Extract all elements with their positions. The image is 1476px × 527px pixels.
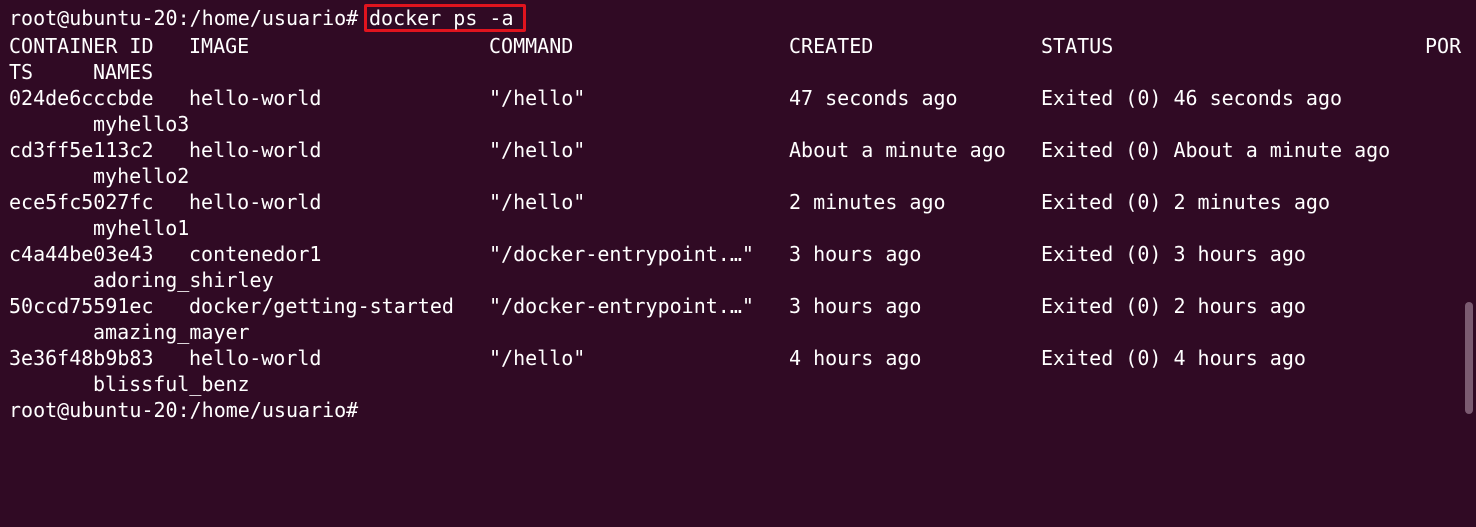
row-name: myhello1 (93, 216, 190, 240)
row-image: hello-world (189, 86, 322, 110)
row-command: "/hello" (489, 138, 586, 162)
row-status: Exited (0) 3 hours ago (1041, 242, 1306, 266)
table-header-wrap: TS NAMES (0, 59, 1476, 85)
row-container-id: c4a44be03e43 (9, 242, 154, 266)
header-ports-part1: POR (1425, 34, 1462, 58)
row-created: 47 seconds ago (789, 86, 958, 110)
row-image: hello-world (189, 190, 322, 214)
row-status: Exited (0) About a minute ago (1041, 138, 1391, 162)
prompt-line: root@ubuntu-20:/home/usuario# (0, 5, 1476, 31)
row-command: "/hello" (489, 346, 586, 370)
terminal-scrollbar[interactable] (1465, 302, 1473, 414)
table-row-wrap: amazing_mayer (0, 319, 1476, 345)
table-row: c4a44be03e43 contenedor1 "/docker-entryp… (0, 241, 1476, 267)
row-name: myhello2 (93, 164, 190, 188)
row-status: Exited (0) 2 hours ago (1041, 294, 1306, 318)
header-status: STATUS (1041, 34, 1114, 58)
header-names: NAMES (93, 60, 154, 84)
row-name: amazing_mayer (93, 320, 250, 344)
table-row: 50ccd75591ec docker/getting-started "/do… (0, 293, 1476, 319)
row-created: 3 hours ago (789, 294, 922, 318)
row-image: contenedor1 (189, 242, 322, 266)
terminal-window[interactable]: root@ubuntu-20:/home/usuario# docker ps … (0, 0, 1476, 426)
prompt-text: root@ubuntu-20:/home/usuario# (9, 6, 359, 30)
row-created: 3 hours ago (789, 242, 922, 266)
row-container-id: ece5fc5027fc (9, 190, 154, 214)
table-row-wrap: myhello2 (0, 163, 1476, 189)
row-status: Exited (0) 4 hours ago (1041, 346, 1306, 370)
row-name: adoring_shirley (93, 268, 274, 292)
row-image: hello-world (189, 138, 322, 162)
row-created: 4 hours ago (789, 346, 922, 370)
final-prompt-line: root@ubuntu-20:/home/usuario# (0, 397, 1476, 423)
row-command: "/hello" (489, 190, 586, 214)
row-command: "/hello" (489, 86, 586, 110)
header-ports-part2: TS (9, 60, 34, 84)
table-row: ece5fc5027fc hello-world "/hello" 2 minu… (0, 189, 1476, 215)
table-row-wrap: myhello1 (0, 215, 1476, 241)
row-container-id: 3e36f48b9b83 (9, 346, 154, 370)
table-row: 3e36f48b9b83 hello-world "/hello" 4 hour… (0, 345, 1476, 371)
header-created: CREATED (789, 34, 874, 58)
row-container-id: cd3ff5e113c2 (9, 138, 154, 162)
row-created: About a minute ago (789, 138, 1006, 162)
row-status: Exited (0) 2 minutes ago (1041, 190, 1330, 214)
row-image: docker/getting-started (189, 294, 454, 318)
table-row: 024de6cccbde hello-world "/hello" 47 sec… (0, 85, 1476, 111)
row-container-id: 50ccd75591ec (9, 294, 154, 318)
row-command: "/docker-entrypoint.…" (489, 294, 754, 318)
table-row: cd3ff5e113c2 hello-world "/hello" About … (0, 137, 1476, 163)
final-prompt-text: root@ubuntu-20:/home/usuario# (9, 398, 359, 422)
row-command: "/docker-entrypoint.…" (489, 242, 754, 266)
row-name: blissful_benz (93, 372, 250, 396)
table-row-wrap: adoring_shirley (0, 267, 1476, 293)
command-text: docker ps -a (369, 6, 514, 30)
table-row-wrap: myhello3 (0, 111, 1476, 137)
table-row-wrap: blissful_benz (0, 371, 1476, 397)
row-created: 2 minutes ago (789, 190, 946, 214)
header-container-id: CONTAINER ID (9, 34, 154, 58)
row-status: Exited (0) 46 seconds ago (1041, 86, 1343, 110)
table-header: CONTAINER ID IMAGE COMMAND CREATED STATU… (0, 33, 1476, 59)
header-image: IMAGE (189, 34, 250, 58)
header-command: COMMAND (489, 34, 574, 58)
row-image: hello-world (189, 346, 322, 370)
row-container-id: 024de6cccbde (9, 86, 154, 110)
row-name: myhello3 (93, 112, 190, 136)
